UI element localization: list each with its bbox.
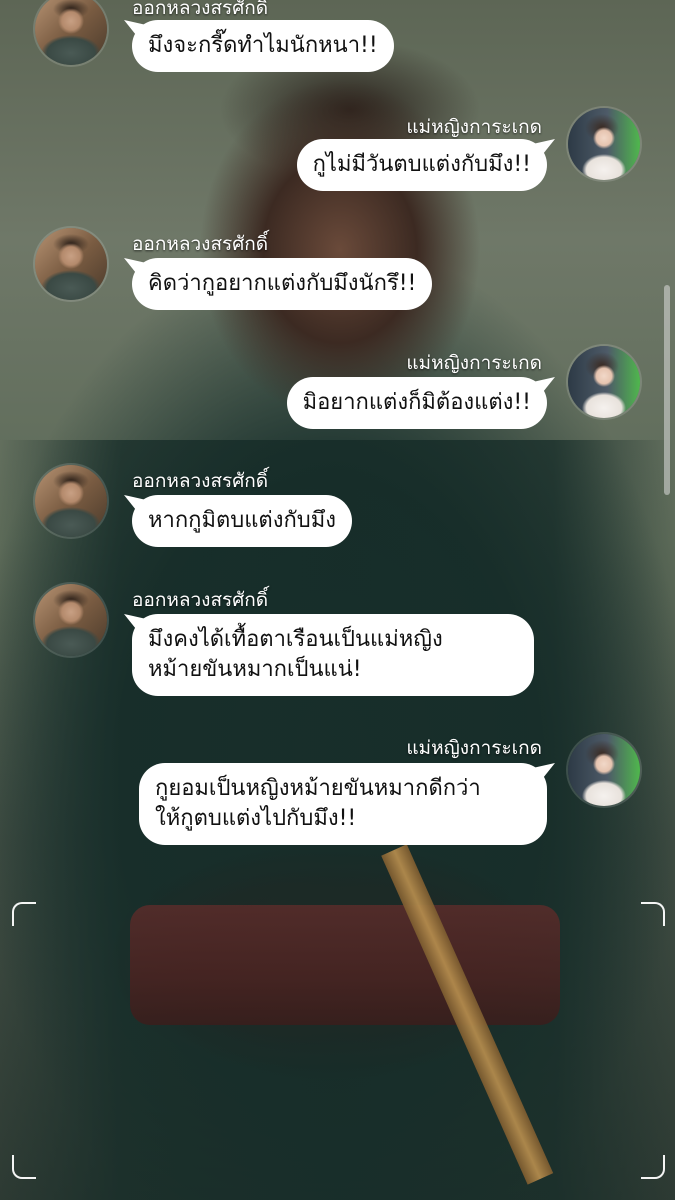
viewfinder-corner-top-left — [12, 902, 36, 926]
viewfinder-corner-bottom-right — [641, 1155, 665, 1179]
sender-name: แม่หญิงการะเกด — [406, 737, 542, 759]
sender-avatar[interactable] — [568, 734, 640, 806]
background-sash — [130, 905, 560, 1025]
chat-message-right: แม่หญิงการะเกด กูยอมเป็นหญิงหม้ายขันหมาก… — [0, 0, 675, 870]
viewfinder-corner-bottom-left — [12, 1155, 36, 1179]
viewfinder-corner-top-right — [641, 902, 665, 926]
message-text: กูยอมเป็นหญิงหม้ายขันหมากดีกว่า ให้กูตบแ… — [155, 776, 481, 831]
message-bubble[interactable]: กูยอมเป็นหญิงหม้ายขันหมากดีกว่า ให้กูตบแ… — [139, 763, 547, 845]
